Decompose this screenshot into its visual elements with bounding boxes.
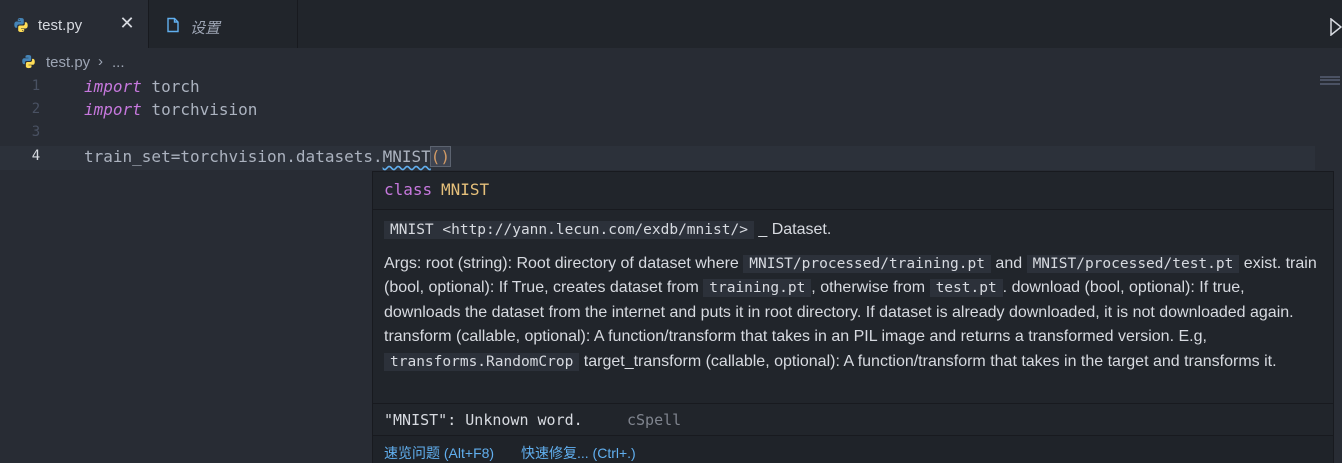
- doc-text: target_transform (callable, optional): A…: [579, 352, 1277, 370]
- quick-fix-link[interactable]: 快速修复... (Ctrl+.): [521, 443, 636, 463]
- doc-text: _ Dataset.: [753, 221, 832, 238]
- breadcrumb: test.py › ...: [0, 48, 1342, 76]
- doc-paragraph: MNIST <http://yann.lecun.com/exdb/mnist/…: [384, 218, 1319, 243]
- inline-code: MNIST/processed/training.pt: [743, 254, 991, 273]
- python-file-icon: [22, 54, 35, 69]
- keyword-import: import: [84, 77, 142, 96]
- run-icon[interactable]: [1330, 18, 1342, 36]
- line-number: 3: [31, 124, 41, 140]
- hover-signature: class MNIST: [373, 172, 1333, 210]
- doc-text: , otherwise from: [811, 279, 930, 296]
- code-line-current[interactable]: 4 train_set=torchvision.datasets.MNIST(): [0, 146, 1315, 170]
- inline-code: training.pt: [703, 279, 812, 297]
- misspelled-word[interactable]: MNIST: [383, 147, 431, 166]
- inline-code: MNIST/processed/test.pt: [1026, 254, 1240, 273]
- peek-problem-link[interactable]: 速览问题 (Alt+F8): [384, 443, 494, 463]
- inline-code: test.pt: [929, 279, 1003, 297]
- minimap-line: [1320, 79, 1340, 81]
- signature-class-name: MNIST: [441, 180, 490, 199]
- diagnostic-message: "MNIST": Unknown word.: [384, 411, 583, 429]
- inline-code: MNIST <http://yann.lecun.com/exdb/mnist/…: [384, 221, 754, 239]
- doc-text: Args: root (string): Root directory of d…: [384, 254, 744, 272]
- minimap-line: [1320, 76, 1340, 78]
- hover-diagnostic: "MNIST": Unknown word. cSpell: [373, 403, 1333, 435]
- hover-status-bar: 速览问题 (Alt+F8) 快速修复... (Ctrl+.): [373, 435, 1333, 463]
- keyword-import: import: [84, 100, 142, 119]
- chevron-right-icon: ›: [98, 53, 103, 70]
- doc-text: and: [990, 254, 1027, 272]
- code-line[interactable]: 1 import torch: [0, 76, 1315, 100]
- hover-documentation: MNIST <http://yann.lecun.com/exdb/mnist/…: [384, 218, 1319, 383]
- settings-file-icon: [167, 17, 179, 33]
- doc-paragraph: Args: root (string): Root directory of d…: [384, 252, 1319, 375]
- code-line[interactable]: 2 import torchvision: [0, 99, 1315, 123]
- tab-test-py[interactable]: test.py ✕: [0, 0, 148, 48]
- tab-bar: test.py ✕ 设置: [0, 0, 1342, 48]
- breadcrumb-more[interactable]: ...: [112, 54, 125, 71]
- inline-code: transforms.RandomCrop: [384, 352, 580, 371]
- line-number: 2: [31, 101, 41, 117]
- breadcrumb-file[interactable]: test.py: [46, 54, 90, 71]
- tab-label: test.py: [38, 17, 83, 34]
- hover-tooltip: class MNIST MNIST <http://yann.lecun.com…: [372, 171, 1334, 463]
- signature-keyword: class: [384, 180, 433, 199]
- tab-label: 设置: [190, 20, 221, 37]
- minimap-line: [1320, 83, 1340, 85]
- line-number: 1: [31, 78, 41, 94]
- matched-brackets: (): [429, 146, 452, 167]
- line-number: 4: [31, 148, 41, 164]
- code-text: torch: [141, 77, 200, 96]
- code-text: torchvision: [141, 100, 258, 119]
- diagnostic-source: cSpell: [627, 411, 682, 429]
- code-text: train_set=torchvision.datasets.: [84, 147, 383, 166]
- python-file-icon: [14, 18, 28, 32]
- tab-settings[interactable]: 设置: [148, 0, 298, 48]
- code-line[interactable]: 3: [0, 122, 1315, 146]
- close-icon[interactable]: ✕: [118, 13, 136, 33]
